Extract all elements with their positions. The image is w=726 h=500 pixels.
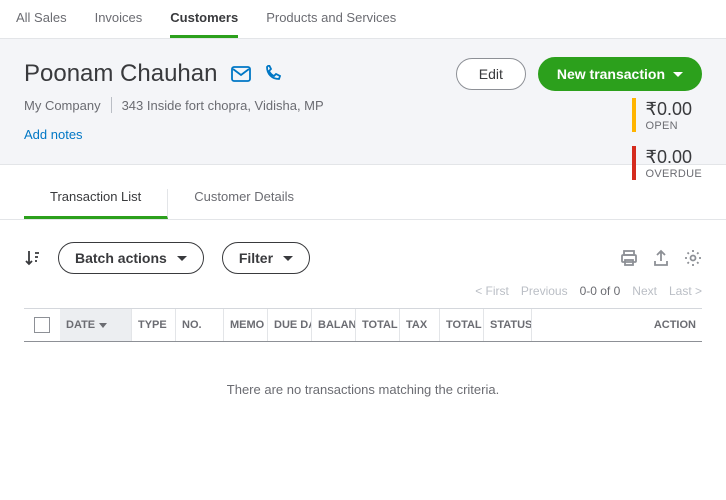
edit-button[interactable]: Edit	[456, 58, 526, 90]
pagination: < First Previous 0-0 of 0 Next Last >	[0, 280, 726, 302]
col-type[interactable]: TYPE	[132, 309, 176, 341]
phone-icon[interactable]	[263, 65, 281, 83]
filter-label: Filter	[239, 250, 273, 266]
col-due-date[interactable]: DUE DATE	[268, 309, 312, 341]
select-all-checkbox[interactable]	[34, 317, 50, 333]
overdue-label: OVERDUE	[646, 168, 703, 180]
customer-address: 343 Inside fort chopra, Vidisha, MP	[122, 98, 324, 113]
empty-message: There are no transactions matching the c…	[24, 342, 702, 437]
chevron-down-icon	[673, 72, 683, 77]
sub-tabs: Transaction List Customer Details	[0, 165, 726, 220]
balances: ₹0.00 OPEN ₹0.00 OVERDUE	[632, 98, 703, 180]
pager-previous[interactable]: Previous	[521, 284, 568, 298]
add-notes-link[interactable]: Add notes	[24, 127, 83, 142]
col-memo[interactable]: MEMO	[224, 309, 268, 341]
email-icon[interactable]	[231, 65, 251, 83]
tab-transaction-list[interactable]: Transaction List	[24, 189, 168, 219]
filter-dropdown[interactable]: Filter	[222, 242, 310, 274]
customer-header: Poonam Chauhan Edit New transaction My C…	[0, 39, 726, 165]
chevron-down-icon	[283, 256, 293, 261]
new-transaction-button[interactable]: New transaction	[538, 57, 702, 91]
chevron-down-icon	[177, 256, 187, 261]
print-icon[interactable]	[620, 249, 638, 267]
new-transaction-label: New transaction	[557, 66, 665, 82]
open-label: OPEN	[646, 120, 693, 132]
overdue-bar	[632, 146, 636, 180]
tab-customers[interactable]: Customers	[170, 10, 238, 38]
pager-range: 0-0 of 0	[580, 284, 621, 298]
tab-all-sales[interactable]: All Sales	[16, 10, 67, 38]
col-balance[interactable]: BALANCE	[312, 309, 356, 341]
col-action: ACTION	[532, 309, 702, 341]
col-total2[interactable]: TOTAL	[440, 309, 484, 341]
pager-first[interactable]: < First	[475, 284, 509, 298]
batch-actions-label: Batch actions	[75, 250, 167, 266]
col-no[interactable]: NO.	[176, 309, 224, 341]
tab-invoices[interactable]: Invoices	[95, 10, 143, 38]
pager-last[interactable]: Last >	[669, 284, 702, 298]
transactions-table: DATE TYPE NO. MEMO DUE DATE BALANCE TOTA…	[0, 302, 726, 437]
tab-products-services[interactable]: Products and Services	[266, 10, 396, 38]
col-status[interactable]: STATUS	[484, 309, 532, 341]
sort-desc-icon	[99, 323, 107, 328]
overdue-balance: ₹0.00 OVERDUE	[632, 146, 703, 180]
customer-name: Poonam Chauhan	[24, 60, 217, 88]
gear-icon[interactable]	[684, 249, 702, 267]
open-bar	[632, 98, 636, 132]
col-date[interactable]: DATE	[60, 309, 132, 341]
top-tabs: All Sales Invoices Customers Products an…	[0, 0, 726, 39]
company-name: My Company	[24, 98, 101, 113]
col-total[interactable]: TOTAL	[356, 309, 400, 341]
col-tax[interactable]: TAX	[400, 309, 440, 341]
separator	[111, 97, 112, 113]
open-balance: ₹0.00 OPEN	[632, 98, 703, 132]
open-amount: ₹0.00	[646, 99, 693, 120]
overdue-amount: ₹0.00	[646, 147, 703, 168]
tab-customer-details[interactable]: Customer Details	[168, 189, 320, 219]
export-icon[interactable]	[652, 249, 670, 267]
pager-next[interactable]: Next	[632, 284, 657, 298]
toolbar: Batch actions Filter	[0, 220, 726, 280]
table-header: DATE TYPE NO. MEMO DUE DATE BALANCE TOTA…	[24, 308, 702, 342]
batch-actions-dropdown[interactable]: Batch actions	[58, 242, 204, 274]
sort-icon[interactable]	[24, 249, 40, 267]
col-date-label: DATE	[66, 319, 95, 331]
